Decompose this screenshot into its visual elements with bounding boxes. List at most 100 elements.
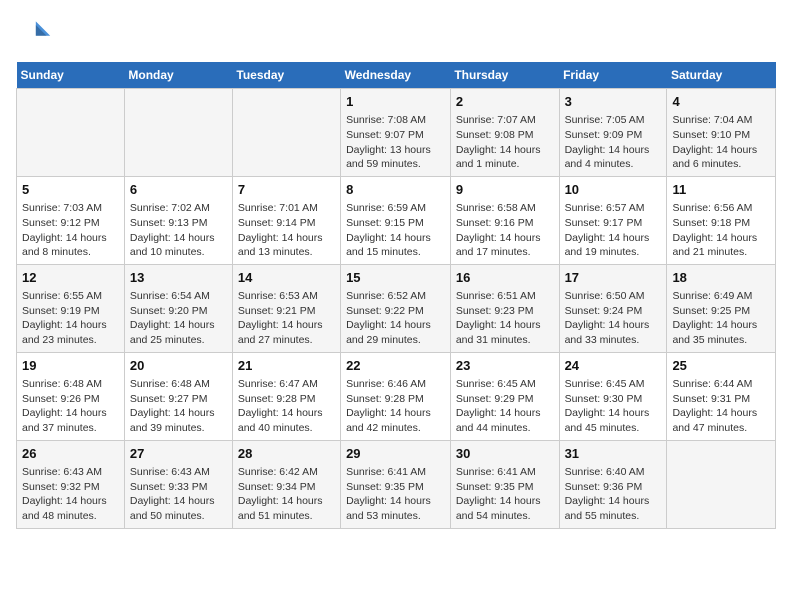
day-number: 11 xyxy=(672,181,770,199)
day-info: Sunrise: 6:41 AMSunset: 9:35 PMDaylight:… xyxy=(346,465,445,524)
calendar-cell: 14 Sunrise: 6:53 AMSunset: 9:21 PMDayligh… xyxy=(232,264,340,352)
day-info: Sunrise: 6:45 AMSunset: 9:29 PMDaylight:… xyxy=(456,377,554,436)
calendar-cell xyxy=(667,440,776,528)
day-number: 10 xyxy=(565,181,662,199)
day-info: Sunrise: 6:51 AMSunset: 9:23 PMDaylight:… xyxy=(456,289,554,348)
day-info: Sunrise: 7:05 AMSunset: 9:09 PMDaylight:… xyxy=(565,113,662,172)
calendar-cell: 11 Sunrise: 6:56 AMSunset: 9:18 PMDayligh… xyxy=(667,176,776,264)
day-number: 3 xyxy=(565,93,662,111)
week-row-4: 19Sunrise: 6:48 AMSunset: 9:26 PMDayligh… xyxy=(17,352,776,440)
weekday-header-thursday: Thursday xyxy=(450,62,559,89)
calendar-cell: 29 Sunrise: 6:41 AMSunset: 9:35 PMDayligh… xyxy=(341,440,451,528)
day-number: 31 xyxy=(565,445,662,463)
day-info: Sunrise: 6:49 AMSunset: 9:25 PMDaylight:… xyxy=(672,289,770,348)
day-number: 30 xyxy=(456,445,554,463)
day-info: Sunrise: 6:58 AMSunset: 9:16 PMDaylight:… xyxy=(456,201,554,260)
day-info: Sunrise: 7:02 AMSunset: 9:13 PMDaylight:… xyxy=(130,201,227,260)
day-number: 28 xyxy=(238,445,335,463)
calendar-cell: 7Sunrise: 7:01 AMSunset: 9:14 PMDaylight… xyxy=(232,176,340,264)
weekday-header-sunday: Sunday xyxy=(17,62,125,89)
calendar-cell: 6 Sunrise: 7:02 AMSunset: 9:13 PMDaylight… xyxy=(124,176,232,264)
week-row-1: 1 Sunrise: 7:08 AMSunset: 9:07 PMDaylight… xyxy=(17,89,776,177)
day-number: 21 xyxy=(238,357,335,375)
calendar-cell: 5 Sunrise: 7:03 AMSunset: 9:12 PMDaylight… xyxy=(17,176,125,264)
weekday-header-row: SundayMondayTuesdayWednesdayThursdayFrid… xyxy=(17,62,776,89)
week-row-5: 26Sunrise: 6:43 AMSunset: 9:32 PMDayligh… xyxy=(17,440,776,528)
day-number: 6 xyxy=(130,181,227,199)
day-number: 4 xyxy=(672,93,770,111)
calendar-cell: 4 Sunrise: 7:04 AMSunset: 9:10 PMDaylight… xyxy=(667,89,776,177)
calendar-cell: 26Sunrise: 6:43 AMSunset: 9:32 PMDayligh… xyxy=(17,440,125,528)
day-number: 14 xyxy=(238,269,335,287)
day-number: 1 xyxy=(346,93,445,111)
calendar-cell: 8 Sunrise: 6:59 AMSunset: 9:15 PMDaylight… xyxy=(341,176,451,264)
calendar-table: SundayMondayTuesdayWednesdayThursdayFrid… xyxy=(16,62,776,529)
calendar-cell: 16 Sunrise: 6:51 AMSunset: 9:23 PMDayligh… xyxy=(450,264,559,352)
weekday-header-monday: Monday xyxy=(124,62,232,89)
calendar-cell: 19Sunrise: 6:48 AMSunset: 9:26 PMDayligh… xyxy=(17,352,125,440)
day-info: Sunrise: 7:08 AMSunset: 9:07 PMDaylight:… xyxy=(346,113,445,172)
day-number: 13 xyxy=(130,269,227,287)
day-info: Sunrise: 6:42 AMSunset: 9:34 PMDaylight:… xyxy=(238,465,335,524)
calendar-cell: 1 Sunrise: 7:08 AMSunset: 9:07 PMDaylight… xyxy=(341,89,451,177)
day-info: Sunrise: 6:52 AMSunset: 9:22 PMDaylight:… xyxy=(346,289,445,348)
day-number: 15 xyxy=(346,269,445,287)
day-number: 9 xyxy=(456,181,554,199)
weekday-header-friday: Friday xyxy=(559,62,667,89)
day-number: 22 xyxy=(346,357,445,375)
day-number: 29 xyxy=(346,445,445,463)
day-number: 20 xyxy=(130,357,227,375)
day-info: Sunrise: 6:54 AMSunset: 9:20 PMDaylight:… xyxy=(130,289,227,348)
day-info: Sunrise: 6:50 AMSunset: 9:24 PMDaylight:… xyxy=(565,289,662,348)
day-info: Sunrise: 7:03 AMSunset: 9:12 PMDaylight:… xyxy=(22,201,119,260)
calendar-cell: 13 Sunrise: 6:54 AMSunset: 9:20 PMDayligh… xyxy=(124,264,232,352)
calendar-cell: 21Sunrise: 6:47 AMSunset: 9:28 PMDayligh… xyxy=(232,352,340,440)
day-info: Sunrise: 6:56 AMSunset: 9:18 PMDaylight:… xyxy=(672,201,770,260)
page-header xyxy=(16,16,776,52)
day-info: Sunrise: 6:59 AMSunset: 9:15 PMDaylight:… xyxy=(346,201,445,260)
weekday-header-wednesday: Wednesday xyxy=(341,62,451,89)
calendar-cell xyxy=(232,89,340,177)
day-number: 8 xyxy=(346,181,445,199)
day-info: Sunrise: 7:07 AMSunset: 9:08 PMDaylight:… xyxy=(456,113,554,172)
day-info: Sunrise: 6:43 AMSunset: 9:32 PMDaylight:… xyxy=(22,465,119,524)
day-info: Sunrise: 6:57 AMSunset: 9:17 PMDaylight:… xyxy=(565,201,662,260)
calendar-cell: 24 Sunrise: 6:45 AMSunset: 9:30 PMDayligh… xyxy=(559,352,667,440)
calendar-cell: 17 Sunrise: 6:50 AMSunset: 9:24 PMDayligh… xyxy=(559,264,667,352)
day-info: Sunrise: 7:04 AMSunset: 9:10 PMDaylight:… xyxy=(672,113,770,172)
calendar-cell: 2 Sunrise: 7:07 AMSunset: 9:08 PMDaylight… xyxy=(450,89,559,177)
day-info: Sunrise: 6:53 AMSunset: 9:21 PMDaylight:… xyxy=(238,289,335,348)
day-info: Sunrise: 6:41 AMSunset: 9:35 PMDaylight:… xyxy=(456,465,554,524)
day-info: Sunrise: 6:43 AMSunset: 9:33 PMDaylight:… xyxy=(130,465,227,524)
logo xyxy=(16,16,56,52)
calendar-cell: 12 Sunrise: 6:55 AMSunset: 9:19 PMDayligh… xyxy=(17,264,125,352)
day-number: 24 xyxy=(565,357,662,375)
week-row-3: 12 Sunrise: 6:55 AMSunset: 9:19 PMDayligh… xyxy=(17,264,776,352)
calendar-cell: 27Sunrise: 6:43 AMSunset: 9:33 PMDayligh… xyxy=(124,440,232,528)
calendar-cell: 28 Sunrise: 6:42 AMSunset: 9:34 PMDayligh… xyxy=(232,440,340,528)
day-number: 12 xyxy=(22,269,119,287)
calendar-cell: 15 Sunrise: 6:52 AMSunset: 9:22 PMDayligh… xyxy=(341,264,451,352)
day-info: Sunrise: 6:44 AMSunset: 9:31 PMDaylight:… xyxy=(672,377,770,436)
day-number: 5 xyxy=(22,181,119,199)
calendar-cell: 20 Sunrise: 6:48 AMSunset: 9:27 PMDayligh… xyxy=(124,352,232,440)
calendar-cell: 22 Sunrise: 6:46 AMSunset: 9:28 PMDayligh… xyxy=(341,352,451,440)
day-info: Sunrise: 7:01 AMSunset: 9:14 PMDaylight:… xyxy=(238,201,335,260)
day-number: 25 xyxy=(672,357,770,375)
logo-icon xyxy=(16,16,52,52)
day-info: Sunrise: 6:40 AMSunset: 9:36 PMDaylight:… xyxy=(565,465,662,524)
calendar-cell: 30 Sunrise: 6:41 AMSunset: 9:35 PMDayligh… xyxy=(450,440,559,528)
calendar-cell: 18Sunrise: 6:49 AMSunset: 9:25 PMDayligh… xyxy=(667,264,776,352)
day-number: 23 xyxy=(456,357,554,375)
day-info: Sunrise: 6:55 AMSunset: 9:19 PMDaylight:… xyxy=(22,289,119,348)
calendar-cell: 10 Sunrise: 6:57 AMSunset: 9:17 PMDayligh… xyxy=(559,176,667,264)
day-info: Sunrise: 6:48 AMSunset: 9:26 PMDaylight:… xyxy=(22,377,119,436)
calendar-cell xyxy=(17,89,125,177)
day-info: Sunrise: 6:45 AMSunset: 9:30 PMDaylight:… xyxy=(565,377,662,436)
day-number: 17 xyxy=(565,269,662,287)
day-number: 2 xyxy=(456,93,554,111)
day-info: Sunrise: 6:46 AMSunset: 9:28 PMDaylight:… xyxy=(346,377,445,436)
day-number: 16 xyxy=(456,269,554,287)
day-info: Sunrise: 6:48 AMSunset: 9:27 PMDaylight:… xyxy=(130,377,227,436)
weekday-header-saturday: Saturday xyxy=(667,62,776,89)
